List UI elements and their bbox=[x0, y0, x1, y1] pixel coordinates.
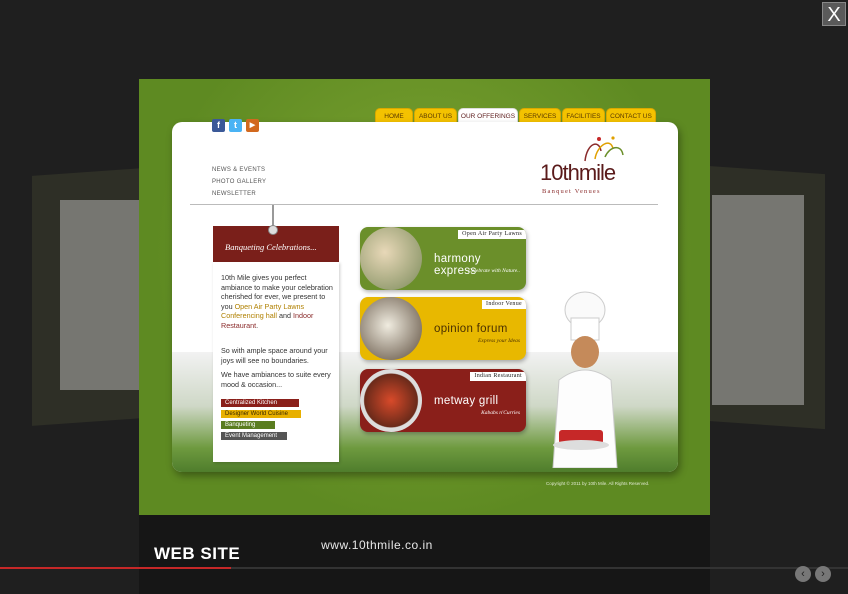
slide-caption: WEB SITE bbox=[154, 544, 241, 563]
venue-tagline: Celebrate with Nature.. bbox=[468, 268, 520, 274]
nav-tab-our-offerings[interactable]: OUR OFFERINGS bbox=[458, 108, 518, 123]
newsletter-link[interactable]: NEWSLETTER bbox=[212, 191, 256, 197]
previous-slide-button[interactable]: ‹ bbox=[795, 566, 811, 582]
nav-tab-contact-us[interactable]: CONTACT US bbox=[606, 108, 656, 123]
chef-illustration bbox=[552, 291, 618, 468]
facebook-icon[interactable]: f bbox=[212, 119, 225, 132]
youtube-icon[interactable]: ▶ bbox=[246, 119, 259, 132]
highlight-lawns: Open Air Party Lawns bbox=[234, 301, 305, 311]
card-paragraph-1: 10th Mile gives you perfect ambiance to … bbox=[221, 273, 336, 331]
nav-tab-facilities[interactable]: FACILITIES bbox=[562, 108, 605, 123]
venue-tagline: Kababs n'Curries bbox=[481, 410, 520, 416]
chip-centralized-kitchen[interactable]: Centralized Kitchen bbox=[221, 399, 299, 407]
logo-subtitle: Banquet Venues bbox=[542, 188, 601, 195]
venue-name: opinion forum bbox=[434, 323, 508, 335]
conference-photo bbox=[360, 297, 422, 360]
header-divider bbox=[190, 204, 658, 205]
previous-slide-preview bbox=[60, 200, 142, 390]
logo-wordmark[interactable]: 10thmile bbox=[540, 160, 616, 186]
venue-label: Indian Restaurant bbox=[470, 372, 526, 381]
highlight-conferencing: Conferencing hall bbox=[221, 311, 277, 321]
venue-label: Open Air Party Lawns bbox=[458, 230, 526, 239]
lawn-party-photo bbox=[360, 227, 422, 290]
chip-designer-world-cuisine[interactable]: Designer World Cuisine bbox=[221, 410, 301, 418]
chip-event-management[interactable]: Event Management bbox=[221, 432, 287, 440]
next-slide-preview bbox=[712, 195, 804, 405]
card-paragraph-2: So with ample space around your joys wil… bbox=[221, 346, 328, 365]
card-and-text: and bbox=[278, 311, 291, 321]
card-title: Banqueting Celebrations... bbox=[225, 242, 317, 252]
photo-gallery-link[interactable]: PHOTO GALLERY bbox=[212, 179, 266, 185]
card-pin-line bbox=[272, 205, 274, 227]
pin-icon bbox=[268, 225, 278, 235]
venue-tagline: Express your Ideas bbox=[478, 338, 520, 344]
venue-card-harmony-express[interactable]: Open Air Party Lawns harmony express Cel… bbox=[360, 227, 526, 290]
copyright-text: Copyright © 2011 by 10th Mile. All Right… bbox=[546, 481, 650, 486]
nav-tab-services[interactable]: SERVICES bbox=[519, 108, 561, 123]
venue-card-metway-grill[interactable]: Indian Restaurant metway grill Kababs n'… bbox=[360, 369, 526, 432]
twitter-icon[interactable]: t bbox=[229, 119, 242, 132]
next-slide-button[interactable]: › bbox=[815, 566, 831, 582]
slideshow-progress-track bbox=[231, 567, 848, 569]
nav-tab-home[interactable]: HOME bbox=[375, 108, 413, 123]
close-button[interactable]: X bbox=[822, 2, 846, 26]
chip-banqueting[interactable]: Banqueting bbox=[221, 421, 275, 429]
venue-label: Indoor Venue bbox=[482, 300, 526, 309]
venue-name: metway grill bbox=[434, 395, 499, 407]
card-paragraph-3: We have ambiances to suite every mood & … bbox=[221, 370, 331, 389]
nav-tab-about-us[interactable]: ABOUT US bbox=[414, 108, 457, 123]
venue-card-opinion-forum[interactable]: Indoor Venue opinion forum Express your … bbox=[360, 297, 526, 360]
card-period: . bbox=[256, 320, 259, 330]
slideshow-progress-bar bbox=[0, 567, 231, 569]
news-events-link[interactable]: NEWS & EVENTS bbox=[212, 167, 265, 173]
food-dish-photo bbox=[360, 369, 422, 432]
